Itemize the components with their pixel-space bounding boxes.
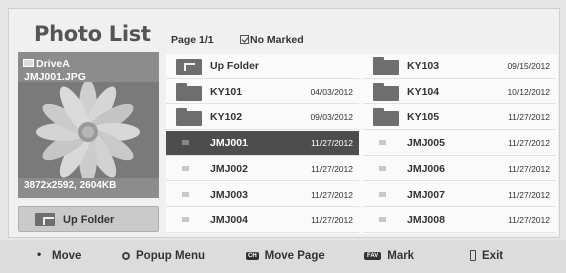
photo-list-item[interactable]: JMJ001 11/27/2012: [166, 131, 359, 156]
preview-dimensions: 3872x2592, 2604KB: [24, 180, 117, 191]
photo-file-icon: [182, 165, 189, 171]
item-date: 11/27/2012: [311, 189, 353, 200]
ok-button-icon: [122, 251, 130, 260]
photo-list-item[interactable]: JMJ005 11/27/2012: [363, 131, 556, 156]
up-folder-button-label: Up Folder: [63, 214, 115, 226]
page-title: Photo List: [34, 22, 151, 46]
photo-file-icon: [182, 217, 189, 223]
hint-move: Move: [34, 247, 82, 263]
photo-list-item[interactable]: JMJ002 11/27/2012: [166, 157, 359, 182]
item-name: KY104: [407, 85, 440, 98]
hint-move-label: Move: [52, 250, 82, 263]
item-date: 11/27/2012: [311, 163, 353, 174]
item-date: 11/27/2012: [508, 215, 550, 226]
item-name: KY105: [407, 111, 440, 124]
photo-file-icon: [379, 165, 386, 171]
marked-label: No Marked: [250, 34, 304, 46]
hint-popup-label: Popup Menu: [136, 250, 205, 262]
up-folder-button[interactable]: Up Folder: [18, 206, 159, 232]
drive-label: DriveA: [36, 58, 70, 70]
up-folder-list-item[interactable]: Up Folder: [166, 54, 359, 79]
arrow-keys-icon: [34, 247, 46, 262]
photo-file-icon: [182, 140, 189, 146]
photo-list-item[interactable]: JMJ006 11/27/2012: [363, 157, 556, 182]
marked-status: No Marked: [240, 34, 304, 46]
photo-list-item[interactable]: JMJ007 11/27/2012: [363, 183, 556, 208]
folder-list-item[interactable]: KY105 11/27/2012: [363, 105, 556, 131]
hint-mark: FAV Mark: [364, 250, 414, 262]
drive-icon: [23, 59, 34, 67]
hint-exit-label: Exit: [482, 250, 504, 262]
up-folder-icon: [35, 213, 55, 226]
photo-list-item[interactable]: JMJ003 11/27/2012: [166, 183, 359, 208]
photo-list-item[interactable]: JMJ004 11/27/2012: [166, 208, 359, 233]
item-date: 11/27/2012: [311, 138, 353, 149]
folder-list-item[interactable]: KY103 09/15/2012: [363, 54, 556, 79]
photo-file-icon: [182, 191, 189, 197]
item-name: JMJ005: [407, 137, 445, 150]
item-date: 10/12/2012: [507, 86, 550, 97]
hint-move-page: CH Move Page: [246, 250, 325, 262]
channel-key-icon: CH: [246, 251, 259, 260]
exit-key-icon: [470, 250, 476, 262]
folder-icon: [373, 108, 399, 127]
fav-key-icon: FAV: [364, 251, 382, 260]
hint-popup-menu: Popup Menu: [122, 250, 205, 262]
hint-exit: Exit: [470, 250, 503, 262]
photo-file-icon: [379, 140, 386, 146]
page-indicator: Page 1/1: [171, 34, 214, 46]
folder-list-item[interactable]: KY101 04/03/2012: [166, 80, 359, 105]
item-name: JMJ004: [210, 214, 248, 227]
hint-move-page-label: Move Page: [264, 250, 325, 262]
item-date: 11/27/2012: [508, 189, 550, 200]
item-name: KY103: [407, 60, 440, 72]
photo-list-item[interactable]: JMJ008 11/27/2012: [363, 208, 556, 233]
item-name: JMJ001: [210, 137, 248, 150]
photo-file-icon: [379, 217, 386, 223]
checkbox-icon: [240, 35, 249, 44]
item-date: 04/03/2012: [310, 86, 353, 97]
help-bar: Move Popup Menu CH Move Page FAV Mark Exit: [0, 240, 566, 273]
item-date: 11/27/2012: [508, 112, 550, 123]
folder-icon: [373, 82, 399, 101]
photo-file-icon: [379, 191, 386, 197]
item-date: 09/15/2012: [507, 61, 550, 71]
item-name: JMJ002: [210, 162, 248, 175]
item-name: KY101: [210, 85, 243, 98]
item-name: KY102: [210, 111, 243, 124]
folder-list-item[interactable]: KY102 09/03/2012: [166, 105, 359, 131]
preview-panel: DriveA JMJ001.JPG 3872x2592, 2604KB: [18, 52, 159, 198]
item-date: 11/27/2012: [508, 138, 550, 149]
folder-icon: [373, 57, 399, 75]
file-list: Up Folder KY101 04/03/2012 KY102 09/03/2012 J…: [166, 54, 558, 234]
item-name: JMJ007: [407, 188, 445, 201]
folder-list-item[interactable]: KY104 10/12/2012: [363, 80, 556, 105]
photo-thumbnail: [18, 82, 159, 178]
item-date: 11/27/2012: [508, 163, 550, 174]
item-name: JMJ006: [407, 162, 445, 175]
folder-icon: [176, 108, 202, 127]
item-name: JMJ003: [210, 188, 248, 201]
hint-mark-label: Mark: [387, 250, 415, 262]
item-date: 11/27/2012: [311, 215, 353, 226]
up-folder-icon: [176, 59, 202, 75]
folder-icon: [176, 82, 202, 101]
item-name: Up Folder: [210, 60, 259, 72]
item-date: 09/03/2012: [310, 112, 353, 123]
item-name: JMJ008: [407, 214, 445, 227]
